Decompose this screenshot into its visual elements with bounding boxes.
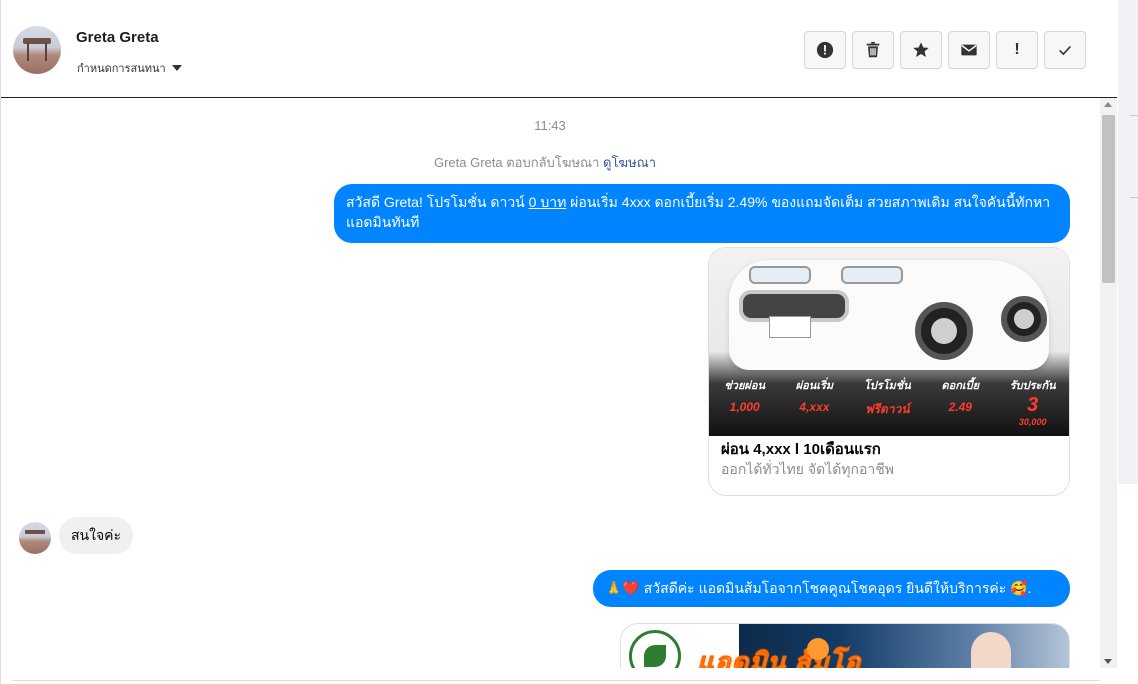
scroll-down-arrow-icon[interactable] xyxy=(1104,659,1112,664)
assign-conversation-dropdown[interactable]: กำหนดการสนทนา xyxy=(77,59,182,77)
incoming-message[interactable]: สนใจค่ะ xyxy=(59,517,134,554)
check-icon xyxy=(1059,45,1071,56)
car-headlight xyxy=(841,266,903,284)
action-toolbar: ! xyxy=(804,31,1086,69)
message-text: สวัสดี Greta! โปรโมชั่น ดาวน์ xyxy=(346,194,529,210)
car-image: ช่วยผ่อน 1,000 ผ่อนเริ่ม 4,xxx โปรโมชั่น ฟร… xyxy=(709,248,1069,436)
car-wheel xyxy=(1001,296,1047,342)
report-button[interactable] xyxy=(804,31,846,69)
card-subtitle: ออกได้ทั่วไทย จัดได้ทุกอาชีพ xyxy=(721,461,895,477)
ad-card[interactable]: ช่วยผ่อน 1,000 ผ่อนเริ่ม 4,xxx โปรโมชั่น ฟร… xyxy=(708,247,1070,496)
smiling-hearts-emoji: 🥰 xyxy=(1010,581,1028,597)
scroll-thumb[interactable] xyxy=(1102,115,1115,283)
view-ad-link[interactable]: ดูโฆษณา xyxy=(603,155,656,170)
avatar[interactable] xyxy=(13,26,61,74)
promo-item: ช่วยผ่อน 1,000 xyxy=(724,380,765,414)
conversation-header: Greta Greta กำหนดการสนทนา ! xyxy=(1,0,1117,98)
gutter-divider xyxy=(1130,197,1138,198)
image-attachment[interactable]: แอดมิน ส้มโอ xyxy=(620,623,1070,668)
banner-person xyxy=(971,632,1011,668)
orange-icon xyxy=(807,638,829,660)
gutter-divider xyxy=(1130,115,1138,116)
contact-name[interactable]: Greta Greta xyxy=(76,29,159,46)
message-timestamp: 11:43 xyxy=(534,118,566,133)
promo-item: ดอกเบี้ย 2.49 xyxy=(941,380,980,414)
alert-circle-icon xyxy=(816,41,834,59)
message-text: สวัสดีค่ะ แอดมินส้มโอจากโชคคูณโชคอุดร ยิ… xyxy=(643,580,1007,596)
composer-divider xyxy=(12,680,1100,681)
message-text: . xyxy=(1027,580,1032,596)
star-button[interactable] xyxy=(900,31,942,69)
outgoing-message[interactable]: 🙏❤️ สวัสดีค่ะ แอดมินส้มโอจากโชคคูณโชคอุด… xyxy=(593,570,1070,607)
envelope-icon xyxy=(961,44,977,56)
message-underlined-text: 0 บาท xyxy=(528,194,567,210)
avatar[interactable] xyxy=(19,522,51,554)
card-title[interactable]: ผ่อน 4,xxx l 10เดือนแรก xyxy=(721,437,881,461)
caret-down-icon xyxy=(171,65,182,71)
pray-heart-emoji: 🙏❤️ xyxy=(605,581,640,597)
ad-reply-notice: Greta Greta ตอบกลับโฆษณา ดูโฆษณา xyxy=(0,152,1090,173)
exclamation-icon: ! xyxy=(1014,41,1020,58)
done-button[interactable] xyxy=(1044,31,1086,69)
assign-label: กำหนดการสนทนา xyxy=(77,63,166,75)
delete-button[interactable] xyxy=(852,31,894,69)
banner-text: แอดมิน ส้มโอ xyxy=(697,647,861,669)
trash-icon xyxy=(866,41,880,58)
promo-strip: ช่วยผ่อน 1,000 ผ่อนเริ่ม 4,xxx โปรโมชั่น ฟร… xyxy=(709,376,1069,436)
mark-unread-button[interactable] xyxy=(948,31,990,69)
outgoing-message[interactable]: สวัสดี Greta! โปรโมชั่น ดาวน์ 0 บาท ผ่อน… xyxy=(334,184,1070,243)
car-plate xyxy=(769,316,811,338)
ad-reply-text: Greta Greta ตอบกลับโฆษณา xyxy=(433,155,600,170)
star-icon xyxy=(913,42,929,58)
car-headlight xyxy=(749,266,811,284)
promo-item: โปรโมชั่น ฟรีดาวน์ xyxy=(863,380,911,416)
dealer-logo xyxy=(629,630,681,668)
message-scrollbar[interactable] xyxy=(1100,98,1117,668)
scroll-up-arrow-icon[interactable] xyxy=(1104,102,1112,107)
important-button[interactable]: ! xyxy=(996,31,1038,69)
car-wheel xyxy=(915,302,973,360)
promo-item: รับประกัน 3 30,000 xyxy=(1009,380,1056,427)
gutter-panel xyxy=(1118,484,1138,684)
promo-item: ผ่อนเริ่ม 4,xxx xyxy=(795,380,834,414)
